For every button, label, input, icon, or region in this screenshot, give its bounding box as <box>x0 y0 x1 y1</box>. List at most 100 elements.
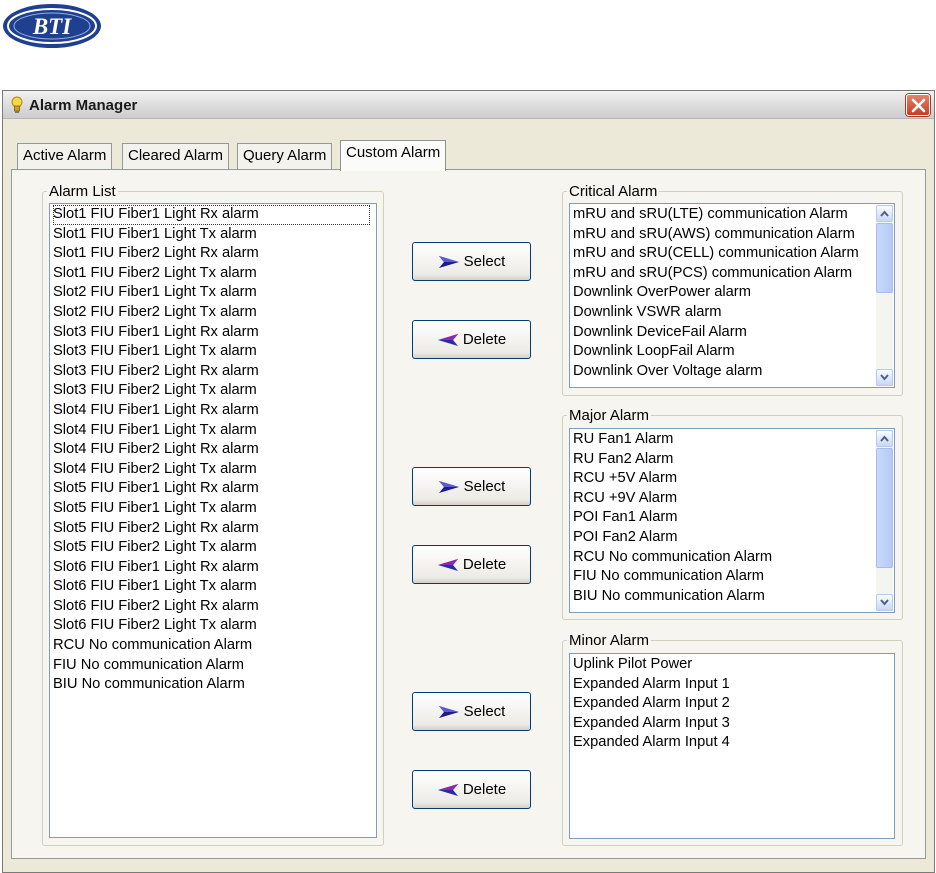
major-alarm-legend: Major Alarm <box>569 407 650 424</box>
alarm-list-item[interactable]: Slot4 FIU Fiber1 Light Tx alarm <box>53 421 376 441</box>
alarm-list-item[interactable]: Slot2 FIU Fiber2 Light Tx alarm <box>53 303 376 323</box>
critical-alarm-item[interactable]: mRU and sRU(CELL) communication Alarm <box>573 244 894 264</box>
minor-alarm-item[interactable]: Expanded Alarm Input 2 <box>573 694 894 714</box>
major-alarm-items: RU Fan1 Alarm RU Fan2 Alarm RCU +5V Alarm R… <box>570 429 894 606</box>
arrow-right-icon <box>438 255 459 268</box>
minor-alarm-item[interactable]: Expanded Alarm Input 4 <box>573 733 894 753</box>
alarm-list-legend: Alarm List <box>49 183 116 200</box>
alarm-list-item[interactable]: Slot6 FIU Fiber1 Light Rx alarm <box>53 558 376 578</box>
alarm-list-item[interactable]: Slot5 FIU Fiber1 Light Rx alarm <box>53 479 376 499</box>
alarm-list-items: Slot1 FIU Fiber1 Light Rx alarm Slot1 FIU… <box>50 204 376 695</box>
chevron-down-icon <box>880 374 889 381</box>
window-title: Alarm Manager <box>29 97 138 114</box>
critical-alarm-items: mRU and sRU(LTE) communication Alarm mRU … <box>570 204 894 381</box>
critical-alarm-item[interactable]: Downlink DeviceFail Alarm <box>573 323 894 343</box>
alarm-list-item[interactable]: Slot6 FIU Fiber2 Light Rx alarm <box>53 597 376 617</box>
major-alarm-item[interactable]: RU Fan1 Alarm <box>573 430 894 450</box>
alarm-list-item[interactable]: Slot4 FIU Fiber1 Light Rx alarm <box>53 401 376 421</box>
delete-label: Delete <box>462 556 507 573</box>
major-scrollbar[interactable] <box>876 430 893 611</box>
major-alarm-item[interactable]: POI Fan1 Alarm <box>573 508 894 528</box>
alarm-list-item[interactable]: Slot1 FIU Fiber2 Light Rx alarm <box>53 244 376 264</box>
major-alarm-item[interactable]: RU Fan2 Alarm <box>573 450 894 470</box>
minor-delete-button[interactable]: Delete <box>412 770 531 809</box>
tab-query-alarm[interactable]: Query Alarm <box>237 143 333 169</box>
major-alarm-item[interactable]: RCU +9V Alarm <box>573 489 894 509</box>
critical-alarm-item[interactable]: Downlink OverPower alarm <box>573 283 894 303</box>
tab-custom-alarm[interactable]: Custom Alarm <box>340 140 447 171</box>
chevron-up-icon <box>880 210 889 217</box>
alarm-list-item[interactable]: Slot5 FIU Fiber2 Light Rx alarm <box>53 519 376 539</box>
alarm-list-item[interactable]: Slot1 FIU Fiber1 Light Tx alarm <box>53 225 376 245</box>
scroll-down-button[interactable] <box>876 369 893 386</box>
critical-alarm-item[interactable]: mRU and sRU(LTE) communication Alarm <box>573 205 894 225</box>
close-icon <box>911 98 926 113</box>
arrow-right-icon <box>438 480 459 493</box>
alarm-manager-window: Alarm Manager Active Alarm Cleared Alarm… <box>2 90 935 873</box>
minor-select-button[interactable]: Select <box>412 692 531 731</box>
alarm-list-item[interactable]: Slot3 FIU Fiber2 Light Tx alarm <box>53 381 376 401</box>
scroll-thumb[interactable] <box>876 223 893 293</box>
svg-text:BTI: BTI <box>32 14 72 39</box>
select-label: Select <box>463 253 506 270</box>
scroll-thumb[interactable] <box>876 448 893 568</box>
company-logo: BTI <box>2 3 102 50</box>
arrow-left-icon <box>437 558 458 571</box>
minor-alarm-legend: Minor Alarm <box>569 632 650 649</box>
alarm-list-item[interactable]: Slot5 FIU Fiber2 Light Tx alarm <box>53 538 376 558</box>
alarm-list-item[interactable]: Slot2 FIU Fiber1 Light Tx alarm <box>53 283 376 303</box>
alarm-list-item[interactable]: Slot1 FIU Fiber2 Light Tx alarm <box>53 264 376 284</box>
select-label: Select <box>463 478 506 495</box>
minor-alarm-item[interactable]: Expanded Alarm Input 1 <box>573 675 894 695</box>
scroll-down-button[interactable] <box>876 594 893 611</box>
alarm-list-item[interactable]: Slot3 FIU Fiber1 Light Rx alarm <box>53 323 376 343</box>
scroll-up-button[interactable] <box>876 205 893 222</box>
major-select-button[interactable]: Select <box>412 467 531 506</box>
arrow-right-icon <box>438 705 459 718</box>
alarm-list-item[interactable]: Slot4 FIU Fiber2 Light Tx alarm <box>53 460 376 480</box>
alarm-list-item[interactable]: Slot3 FIU Fiber1 Light Tx alarm <box>53 342 376 362</box>
close-button[interactable] <box>906 94 930 116</box>
critical-select-button[interactable]: Select <box>412 242 531 281</box>
alarm-list-item[interactable]: Slot6 FIU Fiber2 Light Tx alarm <box>53 616 376 636</box>
delete-label: Delete <box>462 781 507 798</box>
major-alarm-item[interactable]: BIU No communication Alarm <box>573 587 894 607</box>
minor-alarm-item[interactable]: Expanded Alarm Input 3 <box>573 714 894 734</box>
critical-scrollbar[interactable] <box>876 205 893 386</box>
tab-active-alarm[interactable]: Active Alarm <box>17 143 113 169</box>
major-delete-button[interactable]: Delete <box>412 545 531 584</box>
arrow-left-icon <box>437 783 458 796</box>
title-bar: Alarm Manager <box>3 91 934 119</box>
select-label: Select <box>463 703 506 720</box>
alarm-list-item[interactable]: RCU No communication Alarm <box>53 636 376 656</box>
major-alarm-item[interactable]: RCU No communication Alarm <box>573 548 894 568</box>
lightbulb-icon <box>10 96 24 114</box>
alarm-list-box[interactable]: Slot1 FIU Fiber1 Light Rx alarm Slot1 FIU… <box>49 203 377 838</box>
major-alarm-box[interactable]: RU Fan1 Alarm RU Fan2 Alarm RCU +5V Alarm R… <box>569 428 895 613</box>
alarm-list-item[interactable]: FIU No communication Alarm <box>53 656 376 676</box>
scroll-up-button[interactable] <box>876 430 893 447</box>
critical-delete-button[interactable]: Delete <box>412 320 531 359</box>
critical-alarm-box[interactable]: mRU and sRU(LTE) communication Alarm mRU … <box>569 203 895 388</box>
critical-alarm-item[interactable]: Downlink VSWR alarm <box>573 303 894 323</box>
major-alarm-item[interactable]: RCU +5V Alarm <box>573 469 894 489</box>
critical-alarm-item[interactable]: mRU and sRU(PCS) communication Alarm <box>573 264 894 284</box>
alarm-list-item[interactable]: Slot3 FIU Fiber2 Light Rx alarm <box>53 362 376 382</box>
critical-alarm-item[interactable]: Downlink LoopFail Alarm <box>573 342 894 362</box>
critical-alarm-legend: Critical Alarm <box>569 183 658 200</box>
alarm-list-item[interactable]: Slot5 FIU Fiber1 Light Tx alarm <box>53 499 376 519</box>
major-alarm-item[interactable]: POI Fan2 Alarm <box>573 528 894 548</box>
minor-alarm-box[interactable]: Uplink Pilot Power Expanded Alarm Input 1… <box>569 653 895 839</box>
major-alarm-item[interactable]: FIU No communication Alarm <box>573 567 894 587</box>
alarm-list-item[interactable]: Slot1 FIU Fiber1 Light Rx alarm <box>53 205 370 225</box>
alarm-list-item[interactable]: BIU No communication Alarm <box>53 675 376 695</box>
alarm-list-item[interactable]: Slot6 FIU Fiber1 Light Tx alarm <box>53 577 376 597</box>
tab-cleared-alarm[interactable]: Cleared Alarm <box>122 143 230 169</box>
alarm-list-item[interactable]: Slot4 FIU Fiber2 Light Rx alarm <box>53 440 376 460</box>
custom-alarm-panel: Alarm List Slot1 FIU Fiber1 Light Rx ala… <box>11 169 926 859</box>
chevron-up-icon <box>880 435 889 442</box>
critical-alarm-item[interactable]: Downlink Over Voltage alarm <box>573 362 894 382</box>
critical-alarm-item[interactable]: mRU and sRU(AWS) communication Alarm <box>573 225 894 245</box>
chevron-down-icon <box>880 599 889 606</box>
minor-alarm-item[interactable]: Uplink Pilot Power <box>573 655 894 675</box>
